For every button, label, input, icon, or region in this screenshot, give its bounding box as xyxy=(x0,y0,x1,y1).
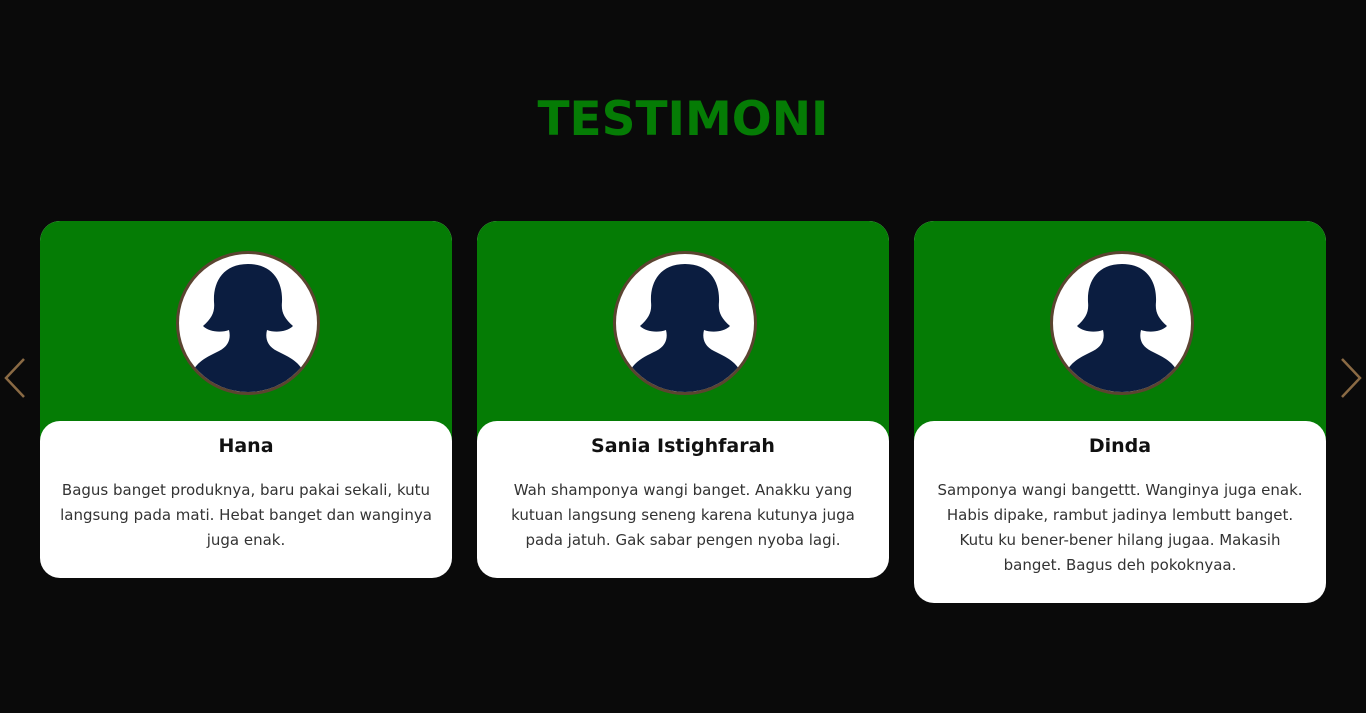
avatar xyxy=(176,251,320,395)
card-header-band xyxy=(477,221,889,421)
testimonial-name: Sania Istighfarah xyxy=(591,435,775,457)
testimonial-text: Bagus banget produknya, baru pakai sekal… xyxy=(60,481,432,549)
avatar xyxy=(1050,251,1194,395)
card-body: Sania Istighfarah Wah shamponya wangi ba… xyxy=(477,431,889,553)
testimonial-card: Dinda Samponya wangi bangettt. Wanginya … xyxy=(914,221,1326,603)
carousel-next-button[interactable] xyxy=(1338,356,1364,400)
chevron-right-icon xyxy=(1341,358,1362,398)
testimonial-name: Hana xyxy=(218,435,274,457)
carousel-prev-button[interactable] xyxy=(2,356,28,400)
avatar xyxy=(613,251,757,395)
card-header-band xyxy=(40,221,452,421)
user-silhouette-icon xyxy=(1065,264,1179,392)
user-silhouette-icon xyxy=(628,264,742,392)
testimonial-text: Samponya wangi bangettt. Wanginya juga e… xyxy=(937,481,1303,574)
section-title: TESTIMONI xyxy=(537,92,829,147)
chevron-left-icon xyxy=(4,358,25,398)
card-body: Dinda Samponya wangi bangettt. Wanginya … xyxy=(914,431,1326,578)
card-body: Hana Bagus banget produknya, baru pakai … xyxy=(40,431,452,553)
testimonial-name: Dinda xyxy=(1088,435,1152,457)
testimonial-card: Sania Istighfarah Wah shamponya wangi ba… xyxy=(477,221,889,578)
testimonial-text: Wah shamponya wangi banget. Anakku yang … xyxy=(511,481,855,549)
card-header-band xyxy=(914,221,1326,421)
user-silhouette-icon xyxy=(191,264,305,392)
testimonial-card: Hana Bagus banget produknya, baru pakai … xyxy=(40,221,452,578)
